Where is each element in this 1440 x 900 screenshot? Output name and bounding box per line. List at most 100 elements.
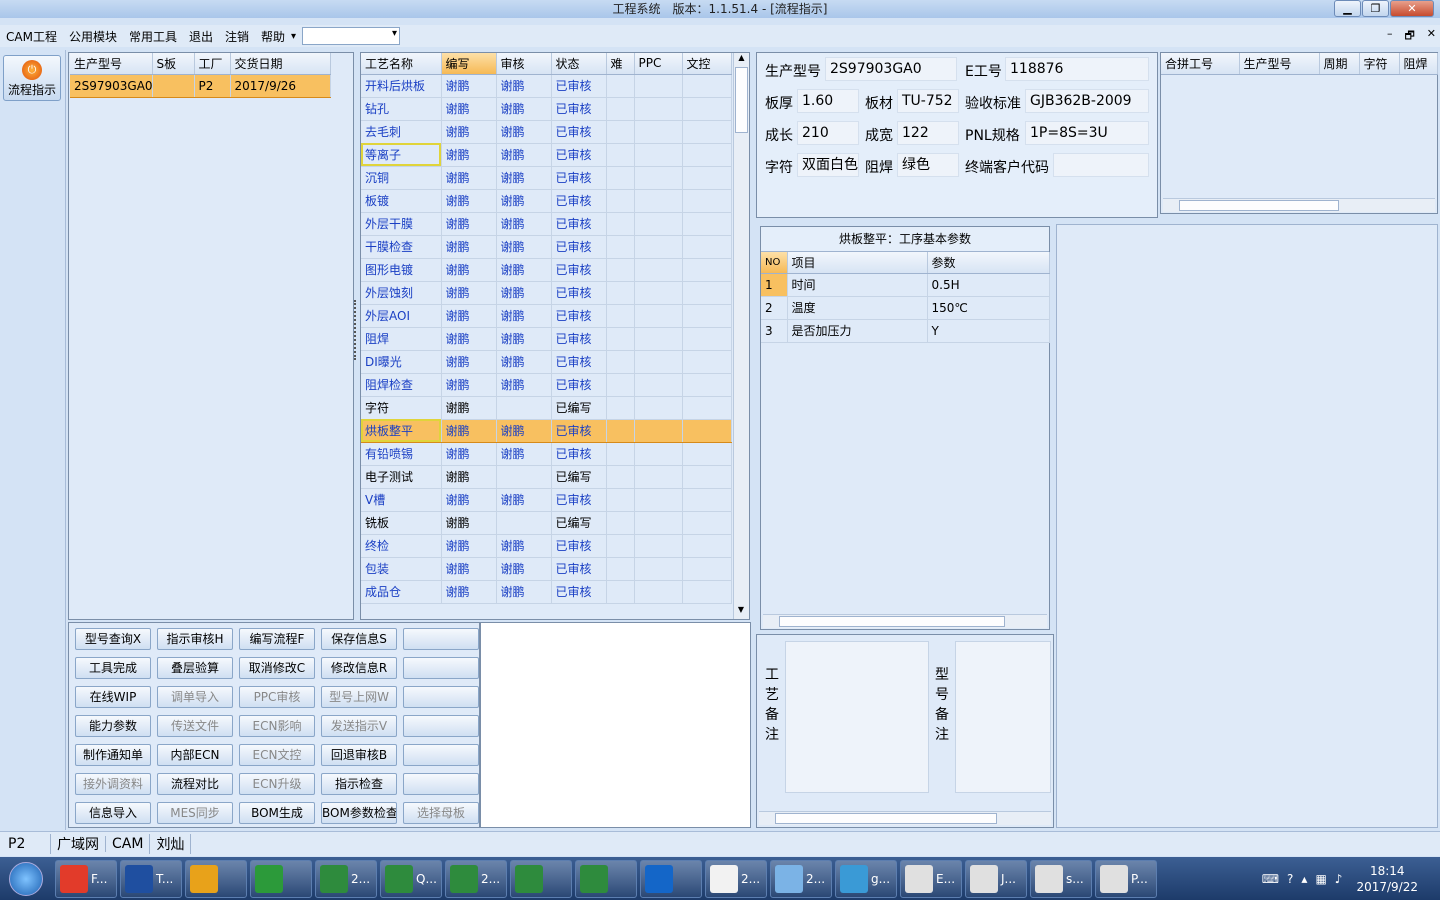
action-button-5-3[interactable]: 指示检查 [321,773,397,795]
remarks-scroll-thumb[interactable] [775,813,997,824]
col-status[interactable]: 状态 [551,53,607,75]
help-icon[interactable]: ? [1287,872,1293,886]
network-icon[interactable]: ▦ [1315,872,1326,886]
remarks-hscroll[interactable] [759,811,1051,825]
factory-select[interactable]: P2 [0,836,50,852]
action-button-5-0[interactable]: 接外调资料 [75,773,151,795]
splitter-handle[interactable] [354,300,359,360]
minimize-button[interactable]: ▁ [1334,0,1361,17]
taskbar-app[interactable]: F... [55,859,117,898]
action-button-5-2[interactable]: ECN升级 [239,773,315,795]
taskbar-app[interactable]: 2... [445,859,507,898]
tray-arrow-icon[interactable]: ▴ [1301,872,1307,886]
chevron-down-icon[interactable]: ▾ [291,31,296,42]
col-writer[interactable]: 编写 [441,53,497,75]
action-button-1-2[interactable]: 取消修改C [239,657,315,679]
action-button-2-0[interactable]: 在线WIP [75,686,151,708]
action-button-4-3[interactable]: 回退审核B [321,744,397,766]
params-hscroll[interactable] [763,614,1047,628]
col-merge-char[interactable]: 字符 [1359,53,1400,75]
action-button-1-0[interactable]: 工具完成 [75,657,151,679]
scroll-down-icon[interactable]: ▼ [734,605,748,619]
table-row[interactable]: 终检 谢鹏 谢鹏 已审核 [361,534,732,558]
action-button-1-3[interactable]: 修改信息R [321,657,397,679]
table-row[interactable]: 阻焊 谢鹏 谢鹏 已审核 [361,327,732,351]
col-no[interactable]: NO [761,252,788,274]
action-button-3-3[interactable]: 发送指示V [321,715,397,737]
table-row[interactable]: 阻焊检查 谢鹏 谢鹏 已审核 [361,373,732,397]
taskbar-app[interactable]: 2... [315,859,377,898]
action-button-2-1[interactable]: 调单导入 [157,686,233,708]
action-button-4-0[interactable]: 制作通知单 [75,744,151,766]
taskbar-app[interactable] [510,859,572,898]
table-row[interactable]: DI曝光 谢鹏 谢鹏 已审核 [361,350,732,374]
menu-help[interactable]: 帮助 [255,28,291,45]
table-row[interactable]: 2 温度 150℃ [761,296,1050,320]
params-scroll-thumb[interactable] [779,616,1005,627]
action-button-6-2[interactable]: BOM生成 [239,802,315,824]
col-merge-mask[interactable]: 阻焊 [1399,53,1438,75]
action-button-0-0[interactable]: 型号查询X [75,628,151,650]
empty-button[interactable] [403,686,479,708]
taskbar-app[interactable]: Q... [380,859,442,898]
action-button-0-2[interactable]: 编写流程F [239,628,315,650]
menu-tools[interactable]: 常用工具 [123,28,183,45]
table-row[interactable]: 沉铜 谢鹏 谢鹏 已审核 [361,166,732,190]
start-button[interactable] [0,858,52,900]
action-button-4-1[interactable]: 内部ECN [157,744,233,766]
close-button[interactable]: ✕ [1390,0,1434,17]
empty-button[interactable] [403,744,479,766]
action-button-4-2[interactable]: ECN文控 [239,744,315,766]
process-scrollbar[interactable]: ▲ ▼ [733,53,749,619]
table-row[interactable]: 铣板 谢鹏 已编写 [361,511,732,535]
col-item[interactable]: 项目 [787,252,928,274]
taskbar-app[interactable] [640,859,702,898]
action-button-3-1[interactable]: 传送文件 [157,715,233,737]
action-button-6-4[interactable]: 选择母板 [403,802,479,824]
merge-scroll-thumb[interactable] [1179,200,1339,211]
menu-logout[interactable]: 注销 [219,28,255,45]
volume-icon[interactable]: ♪ [1335,872,1343,886]
action-button-3-2[interactable]: ECN影响 [239,715,315,737]
table-row[interactable]: 去毛刺 谢鹏 谢鹏 已审核 [361,120,732,144]
table-row[interactable]: 包装 谢鹏 谢鹏 已审核 [361,557,732,581]
action-button-6-0[interactable]: 信息导入 [75,802,151,824]
taskbar-app[interactable]: 2... [770,859,832,898]
table-row[interactable]: 有铅喷锡 谢鹏 谢鹏 已审核 [361,442,732,466]
col-ppc[interactable]: PPC [634,53,683,75]
taskbar-app[interactable]: P... [1095,859,1157,898]
model-remark-input[interactable] [955,641,1051,793]
table-row[interactable]: 开料后烘板 谢鹏 谢鹏 已审核 [361,74,732,98]
empty-button[interactable] [403,715,479,737]
taskbar-app[interactable]: E... [900,859,962,898]
menu-combo[interactable] [302,27,401,45]
merge-hscroll[interactable] [1163,198,1435,212]
table-row[interactable]: 外层蚀刻 谢鹏 谢鹏 已审核 [361,281,732,305]
col-difficulty[interactable]: 难 [606,53,635,75]
table-row[interactable]: 烘板整平 谢鹏 谢鹏 已审核 [361,418,732,443]
mdi-minimize-button[interactable]: – [1387,27,1393,46]
taskbar-app[interactable]: g... [835,859,897,898]
col-merge-model[interactable]: 生产型号 [1239,53,1320,75]
action-button-6-3[interactable]: BOM参数检查 [321,802,397,824]
table-row[interactable]: 干膜检查 谢鹏 谢鹏 已审核 [361,235,732,259]
clock-date[interactable]: 2017/9/22 [1356,879,1418,895]
table-row[interactable]: 2S97903GA0 P2 2017/9/26 [70,73,331,98]
col-s[interactable]: S板 [152,53,195,75]
empty-button[interactable] [403,628,479,650]
clock-time[interactable]: 18:14 [1356,863,1418,879]
action-button-3-0[interactable]: 能力参数 [75,715,151,737]
table-row[interactable]: 1 时间 0.5H [761,273,1050,297]
empty-button[interactable] [403,773,479,795]
table-row[interactable]: 电子测试 谢鹏 已编写 [361,465,732,489]
col-merge-cycle[interactable]: 周期 [1319,53,1360,75]
menu-common-modules[interactable]: 公用模块 [63,28,123,45]
col-param[interactable]: 参数 [927,252,1050,274]
flow-indicator-button[interactable]: ⏻ 流程指示 [3,55,61,101]
action-button-0-1[interactable]: 指示审核H [157,628,233,650]
col-process-name[interactable]: 工艺名称 [361,53,442,75]
menu-cam[interactable]: CAM工程 [0,28,63,45]
process-remark-input[interactable] [785,641,929,793]
taskbar-app[interactable]: J... [965,859,1027,898]
action-button-1-1[interactable]: 叠层验算 [157,657,233,679]
